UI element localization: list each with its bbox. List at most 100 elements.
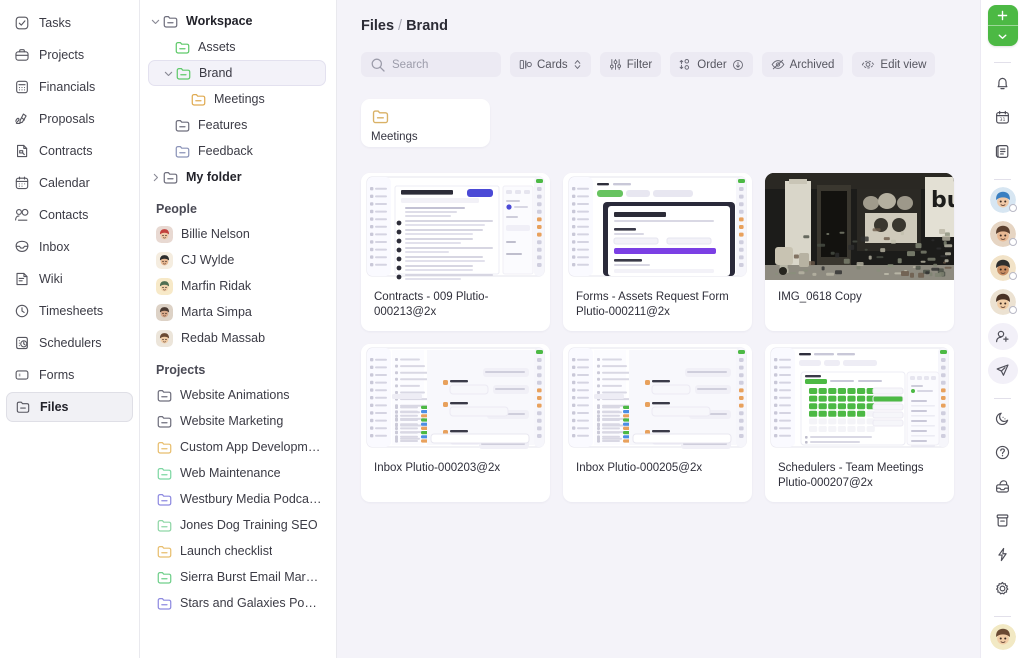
file-card-name: Schedulers - Team Meetings Plutio-000207… (778, 462, 924, 489)
project-item[interactable]: Sierra Burst Email Marke... (148, 564, 326, 590)
project-item-label: Website Marketing (180, 414, 284, 428)
add-person-icon[interactable] (987, 322, 1018, 350)
sidebar-item-files[interactable]: Files (6, 392, 133, 422)
sidebar-item-timesheets[interactable]: Timesheets (6, 296, 133, 326)
archived-label: Archived (789, 58, 835, 71)
project-item[interactable]: Jones Dog Training SEO (148, 512, 326, 538)
inbox-tray-icon[interactable] (988, 473, 1018, 500)
people-item[interactable]: Marfin Ridak (148, 273, 326, 299)
sidebar-item-tasks[interactable]: Tasks (6, 8, 133, 38)
send-icon[interactable] (987, 356, 1018, 384)
cards-view-button[interactable]: Cards (510, 52, 591, 77)
search-input[interactable]: Search (361, 52, 501, 77)
project-item[interactable]: Website Marketing (148, 408, 326, 434)
notes-icon[interactable] (988, 138, 1018, 165)
order-button[interactable]: Order (670, 52, 753, 77)
tree-item-label: Meetings (214, 92, 265, 106)
team-member-3[interactable] (988, 255, 1018, 282)
people-item[interactable]: CJ Wylde (148, 247, 326, 273)
sidebar-item-label: Files (40, 400, 69, 414)
sidebar-item-inbox[interactable]: Inbox (6, 232, 133, 262)
tree-item-workspace[interactable]: Workspace (148, 8, 326, 34)
breadcrumb-root[interactable]: Files (361, 18, 394, 34)
plus-icon[interactable] (987, 5, 1018, 27)
project-item-label: Westbury Media Podcast... (180, 492, 322, 506)
order-icon (679, 58, 690, 70)
tree-item-brand[interactable]: Brand (148, 60, 326, 86)
sidebar-item-schedulers[interactable]: Schedulers (6, 328, 133, 358)
inbox-icon (14, 239, 30, 255)
svg-text:bu: bu (931, 188, 954, 213)
people-item-label: Billie Nelson (181, 227, 250, 241)
people-item[interactable]: Redab Massab (148, 325, 326, 351)
bolt-icon[interactable] (988, 541, 1018, 568)
avatar (156, 225, 173, 243)
help-icon[interactable] (988, 439, 1018, 466)
team-member-4[interactable] (988, 289, 1018, 316)
people-item[interactable]: Billie Nelson (148, 221, 326, 247)
eye-off-icon (771, 59, 785, 70)
project-item-label: Sierra Burst Email Marke... (180, 570, 322, 584)
chevron-down-icon[interactable] (161, 68, 175, 79)
avatar (156, 251, 173, 269)
sidebar-item-proposals[interactable]: Proposals (6, 104, 133, 134)
file-card[interactable]: bu IMG_0618 Copy (765, 173, 954, 331)
folder-icon (156, 543, 173, 560)
tree-item-assets[interactable]: Assets (148, 34, 326, 60)
tree-item-features[interactable]: Features (148, 112, 326, 138)
project-item[interactable]: Custom App Development (148, 434, 326, 460)
add-button[interactable] (987, 5, 1018, 47)
sidebar-item-wiki[interactable]: Wiki (6, 264, 133, 294)
svg-text:31: 31 (999, 117, 1005, 123)
edit-view-button[interactable]: Edit view (852, 52, 936, 77)
rail-divider (994, 397, 1011, 399)
calendar-31-icon[interactable]: 31 (988, 104, 1018, 131)
sidebar-item-label: Inbox (39, 240, 70, 254)
file-card[interactable]: Forms - Assets Request Form Plutio-00021… (563, 173, 752, 331)
folder-icon (156, 439, 173, 456)
team-member-1[interactable] (988, 187, 1018, 214)
avatar (156, 277, 173, 295)
project-item[interactable]: Westbury Media Podcast... (148, 486, 326, 512)
project-item[interactable]: Website Animations (148, 382, 326, 408)
file-card[interactable]: Inbox Plutio-000203@2x (361, 344, 550, 502)
sidebar-item-contacts[interactable]: Contacts (6, 200, 133, 230)
chevron-right-icon[interactable] (148, 172, 162, 183)
file-card-name: Inbox Plutio-000203@2x (374, 462, 501, 474)
project-item[interactable]: Web Maintenance (148, 460, 326, 486)
file-card[interactable]: Schedulers - Team Meetings Plutio-000207… (765, 344, 954, 502)
people-item[interactable]: Marta Simpa (148, 299, 326, 325)
archive-box-icon[interactable] (988, 507, 1018, 534)
moon-icon[interactable] (988, 405, 1018, 432)
tree-item-feedback[interactable]: Feedback (148, 138, 326, 164)
sidebar-item-financials[interactable]: Financials (6, 72, 133, 102)
tree-item-my-folder[interactable]: My folder (148, 164, 326, 190)
file-card-name: Forms - Assets Request Form Plutio-00021… (576, 291, 729, 318)
project-item[interactable]: Stars and Galaxies Podc... (148, 590, 326, 616)
project-item[interactable]: Launch checklist (148, 538, 326, 564)
sidebar-item-label: Calendar (39, 176, 90, 190)
current-user-avatar[interactable] (988, 624, 1018, 651)
file-card[interactable]: Contracts - 009 Plutio-000213@2x (361, 173, 550, 331)
archived-button[interactable]: Archived (761, 52, 844, 77)
project-item-label: Custom App Development (180, 440, 322, 454)
sidebar-item-forms[interactable]: Forms (6, 360, 133, 390)
sidebar-item-projects[interactable]: Projects (6, 40, 133, 70)
clock-icon (14, 303, 30, 319)
folder-icon (175, 65, 192, 82)
search-placeholder: Search (392, 58, 429, 71)
folder-card[interactable]: Meetings (361, 99, 490, 147)
file-card[interactable]: Inbox Plutio-000205@2x (563, 344, 752, 502)
sidebar-item-calendar[interactable]: Calendar (6, 168, 133, 198)
file-thumbnail (765, 344, 954, 451)
chevron-down-icon[interactable] (988, 26, 1018, 46)
tree-item-meetings[interactable]: Meetings (148, 86, 326, 112)
avatar (156, 329, 173, 347)
bell-icon[interactable] (988, 70, 1018, 97)
team-member-2[interactable] (988, 221, 1018, 248)
filter-button[interactable]: Filter (599, 52, 662, 77)
sidebar-item-contracts[interactable]: Contracts (6, 136, 133, 166)
tree-item-label: Assets (198, 40, 236, 54)
gear-icon[interactable] (988, 575, 1018, 602)
chevron-down-icon[interactable] (148, 16, 162, 27)
